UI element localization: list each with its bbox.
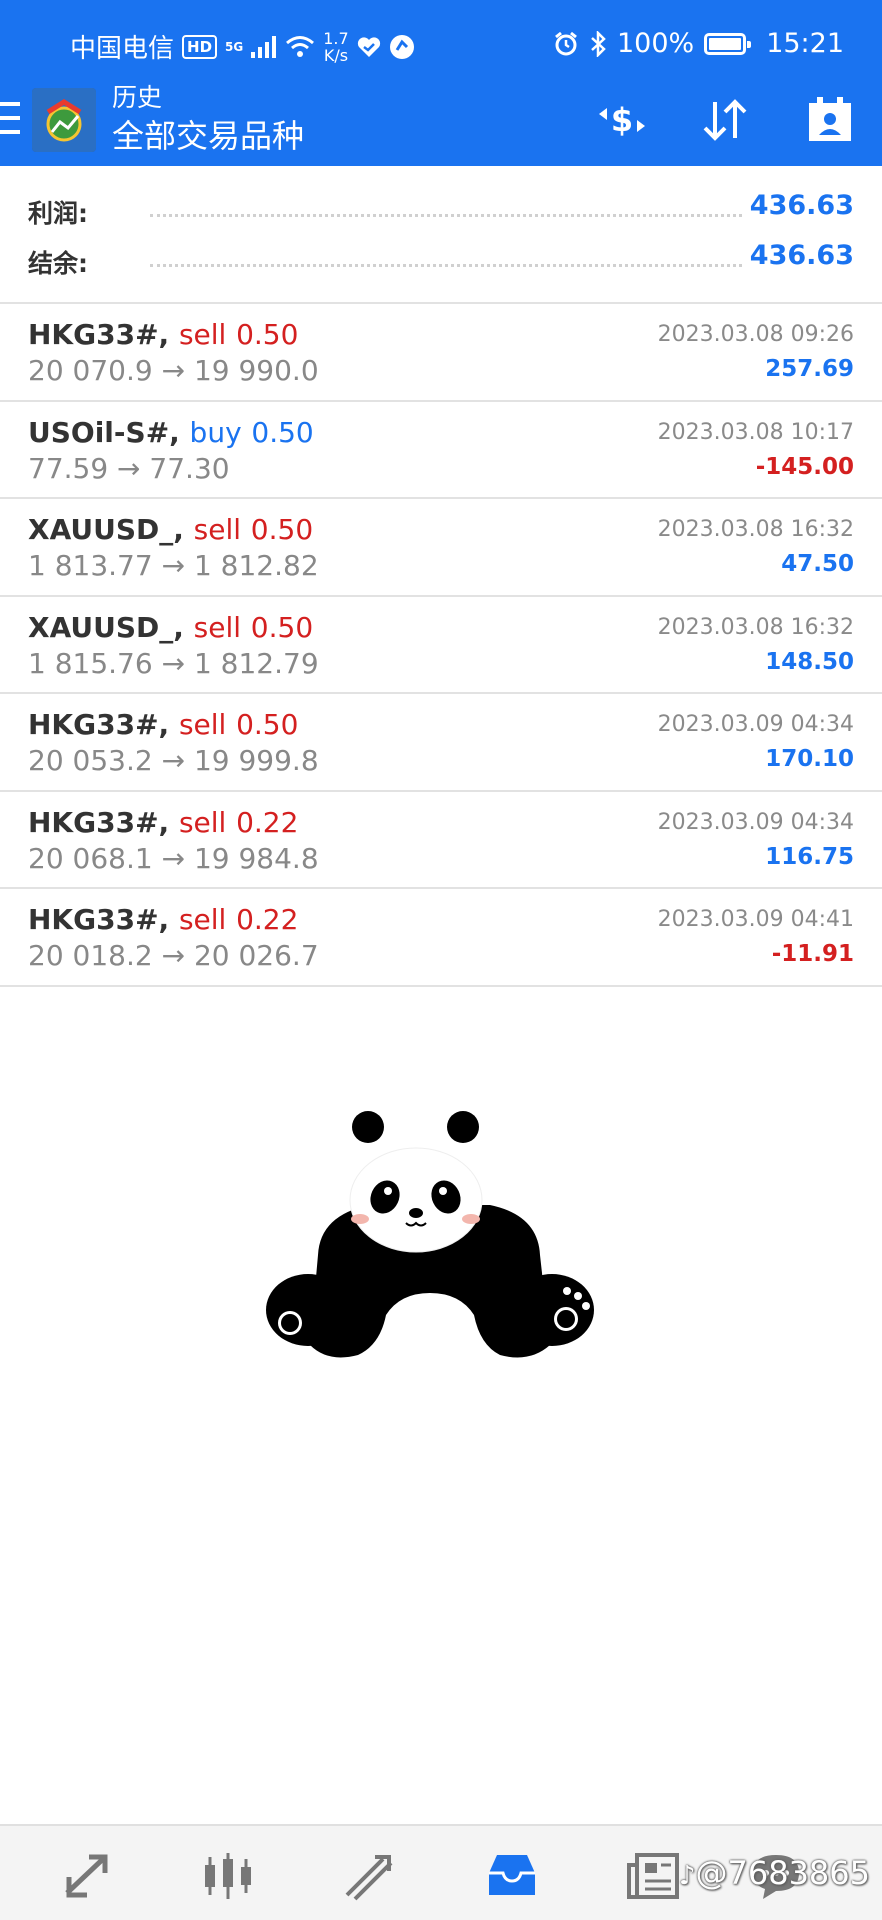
page-title[interactable]: 全部交易品种 [112,114,304,158]
trade-side: buy [189,415,242,449]
news-icon[interactable] [624,1846,684,1906]
trade-time: 2023.03.08 10:17 [657,419,854,445]
trade-volume: 0.22 [236,805,299,839]
trade-symbol: HKG33#, [28,805,170,839]
trade-prices: 77.59 → 77.30 [28,451,230,485]
trade-profit: 170.10 [765,746,854,772]
currency-switch-icon[interactable]: $ [594,92,650,148]
status-bar: 中国电信 HD 5G 1.7 K/s 100% 15:21 [0,0,882,88]
chart-icon[interactable] [198,1846,258,1906]
balance-label: 结余: [28,249,88,278]
sort-icon[interactable] [697,92,753,148]
trade-profit: -145.00 [755,453,854,480]
profit-value: 436.63 [749,190,854,221]
trade-prices: 20 070.9 → 19 990.0 [28,354,319,387]
clock: 15:21 [766,28,844,59]
carrier-label: 中国电信 [70,34,175,64]
watermark: ♪@7683865 [678,1854,870,1892]
trade-row[interactable]: XAUUSD_, sell 0.50 1 813.77 → 1 812.82 2… [0,499,882,597]
trade-time: 2023.03.09 04:34 [657,809,854,835]
app-notification-icon [389,34,414,59]
trade-row[interactable]: XAUUSD_, sell 0.50 1 815.76 → 1 812.79 2… [0,597,882,694]
trade-time: 2023.03.09 04:41 [657,907,854,932]
trade-side: sell [178,318,227,351]
app-logo [32,88,96,152]
trade-time: 2023.03.09 04:34 [657,712,854,737]
trade-row[interactable]: HKG33#, sell 0.22 20 068.1 → 19 984.8 20… [0,792,882,889]
svg-text:$: $ [611,101,633,139]
trade-time: 2023.03.08 16:32 [657,517,854,542]
profit-label: 利润: [28,199,88,228]
battery-percent: 100% [616,28,695,59]
signal-icon [251,35,277,58]
header-title-block: 历史 全部交易品种 [112,82,304,158]
trade-side: sell [178,708,227,741]
panda-illustration [266,1111,594,1358]
leader-dots [150,214,742,217]
summary-panel: 利润: 436.63 结余: 436.63 [0,186,882,286]
trade-prices: 1 813.77 → 1 812.82 [28,549,319,582]
trade-profit: 116.75 [765,843,854,870]
trade-row[interactable]: USOil-S#, buy 0.50 77.59 → 77.30 2023.03… [0,402,882,499]
bluetooth-icon [591,30,606,57]
calendar-icon[interactable] [802,92,858,148]
trade-row[interactable]: HKG33#, sell 0.50 20 070.9 → 19 990.0 20… [0,304,882,402]
heart-icon [357,36,380,57]
trade-volume: 0.50 [251,415,314,449]
trade-prices: 20 053.2 → 19 999.8 [28,744,319,777]
trade-symbol: XAUUSD_, [28,513,184,546]
wifi-icon [286,35,315,57]
trade-volume: 0.50 [236,318,299,351]
trade-symbol: HKG33#, [28,903,170,936]
trade-history-list: HKG33#, sell 0.50 20 070.9 → 19 990.0 20… [0,304,882,987]
trade-side: sell [178,805,227,839]
trade-volume: 0.50 [250,513,314,546]
trade-volume: 0.22 [236,903,299,936]
quotes-icon[interactable] [56,1846,116,1906]
history-icon[interactable] [482,1846,542,1906]
trade-symbol: USOil-S#, [28,415,180,449]
balance-row: 结余: 436.63 [0,236,882,286]
trade-symbol: XAUUSD_, [28,610,184,644]
bottom-navigation: ♪@7683865 [0,1824,882,1920]
trade-prices: 1 815.76 → 1 812.79 [28,646,319,680]
trade-time: 2023.03.08 09:26 [657,322,854,347]
trade-icon[interactable] [340,1846,400,1906]
battery-icon [704,32,752,55]
trade-row[interactable]: HKG33#, sell 0.22 20 018.2 → 20 026.7 20… [0,889,882,987]
trade-prices: 20 068.1 → 19 984.8 [28,841,319,875]
trade-volume: 0.50 [236,708,299,741]
trade-row[interactable]: HKG33#, sell 0.50 20 053.2 → 19 999.8 20… [0,694,882,792]
trade-volume: 0.50 [250,610,314,644]
hd-badge: HD [182,34,218,59]
trade-profit: 47.50 [781,551,854,577]
app-bar: 中国电信 HD 5G 1.7 K/s 100% 15:21 历史 全部交易品种 … [0,0,882,166]
trade-profit: -11.91 [771,941,854,967]
profit-row: 利润: 436.63 [0,186,882,236]
trade-side: sell [193,610,242,644]
trade-profit: 148.50 [765,648,854,675]
trade-symbol: HKG33#, [28,318,170,351]
trade-profit: 257.69 [765,356,854,382]
trade-time: 2023.03.08 16:32 [657,614,854,640]
leader-dots [150,264,742,267]
net-speed: 1.7 K/s [323,28,349,65]
menu-icon[interactable] [0,102,22,134]
trade-side: sell [178,903,227,936]
page-subtitle: 历史 [112,83,163,112]
balance-value: 436.63 [749,240,854,271]
alarm-icon [555,31,577,55]
trade-symbol: HKG33#, [28,708,170,741]
network-gen-label: 5G [225,39,244,54]
trade-prices: 20 018.2 → 20 026.7 [28,939,319,972]
trade-side: sell [193,513,242,546]
